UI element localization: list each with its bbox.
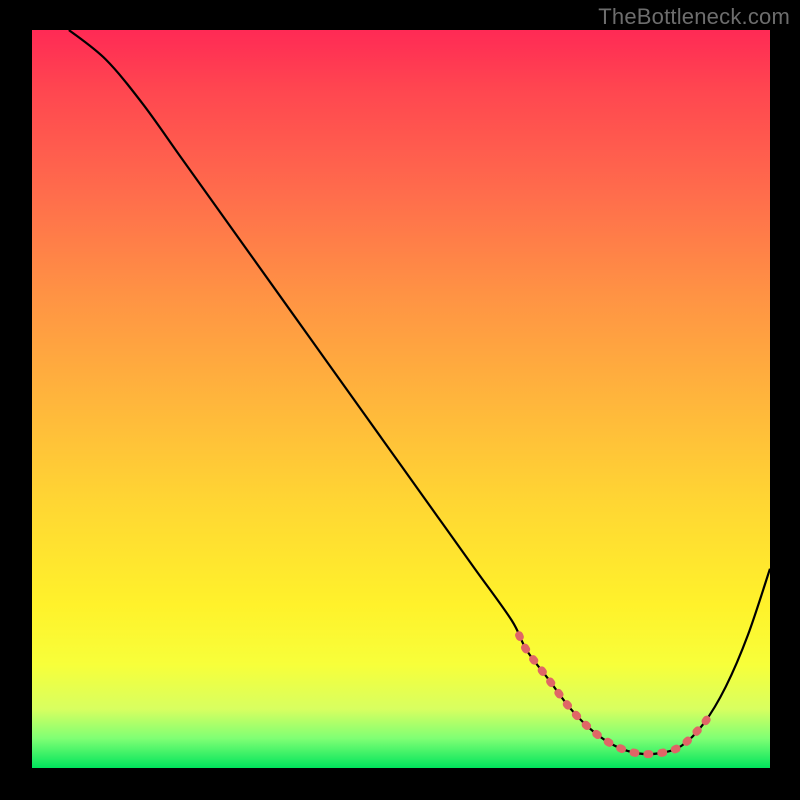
watermark-text: TheBottleneck.com — [598, 4, 790, 30]
bottleneck-curve — [32, 30, 770, 768]
curve-line — [69, 30, 770, 754]
chart-frame: TheBottleneck.com — [0, 0, 800, 800]
plot-area — [32, 30, 770, 768]
curve-optimal-segment — [519, 635, 711, 754]
